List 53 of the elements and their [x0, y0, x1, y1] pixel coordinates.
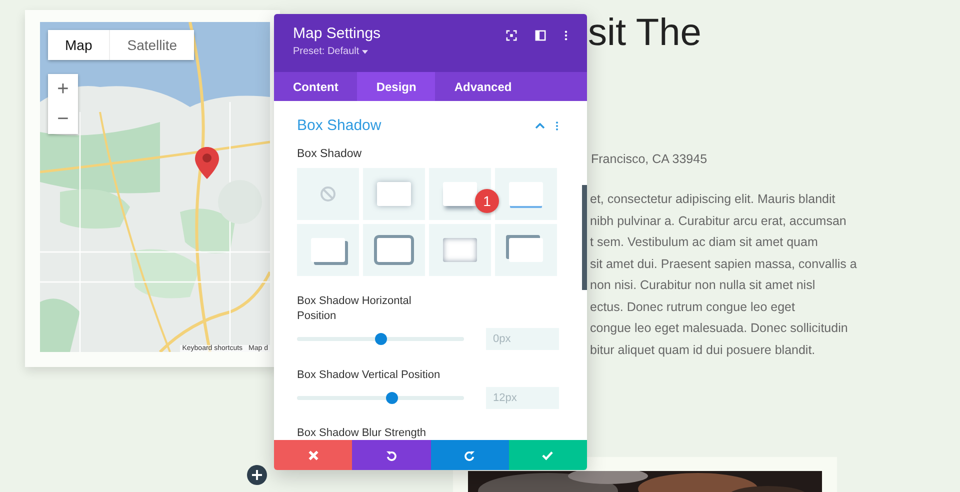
close-icon: [308, 450, 319, 460]
shadow-swatch-icon: [377, 238, 411, 262]
layout-icon[interactable]: [535, 30, 546, 40]
paragraph-line: ectus. Donec rutrum congue leo eget: [589, 298, 796, 316]
paragraph-line: t sem. Vestibulum ac diam sit amet quam: [589, 234, 819, 251]
check-icon: [542, 450, 554, 460]
field-label: Box Shadow Vertical Position: [297, 368, 442, 383]
shadow-preset-option[interactable]: [429, 168, 491, 220]
shadow-preset-option[interactable]: [363, 224, 425, 276]
preset-dropdown[interactable]: Preset: Default: [293, 46, 381, 57]
focus-icon[interactable]: [506, 30, 517, 40]
slider-thumb[interactable]: [374, 333, 386, 345]
shadow-swatch-icon: [443, 238, 477, 262]
settings-tab[interactable]: Content: [274, 72, 358, 101]
no-entry-icon: [320, 186, 336, 202]
shadow-swatch-icon: [443, 182, 477, 206]
panel-title: Map Settings: [293, 25, 381, 42]
slider-thumb[interactable]: [386, 392, 398, 404]
paragraph-line: et, consectetur adipiscing elit. Mauris blandit: [589, 191, 836, 208]
shadow-preset-option[interactable]: [297, 224, 359, 276]
settings-tab[interactable]: Design: [357, 72, 436, 101]
map-pin-icon: [195, 147, 219, 179]
shadow-preset-option[interactable]: [495, 168, 557, 220]
shadow-swatch-icon: [509, 238, 543, 262]
map-type-tab[interactable]: Map: [48, 30, 110, 60]
shadow-preset-option[interactable]: [495, 224, 557, 276]
cancel-button[interactable]: [274, 440, 352, 470]
page-heading: sit The: [587, 11, 702, 56]
address-text: Francisco, CA 33945: [591, 152, 708, 166]
paragraph-line: bitur aliquet quam id dui posuere blandit.: [589, 342, 816, 359]
caret-icon: [362, 50, 368, 54]
field-label: Box Shadow Blur Strength: [297, 427, 428, 439]
field-label: Box Shadow Horizontal Position: [297, 294, 412, 324]
paragraph-line: congue leo eget malesuada. Donec sollicitudin: [589, 320, 849, 337]
paragraph-line: nibh pulvinar a. Curabitur arcu erat, accumsan: [589, 212, 848, 230]
redo-icon: [464, 450, 476, 460]
map-type-tab[interactable]: Satellite: [109, 30, 194, 60]
settings-tab[interactable]: Advanced: [435, 72, 531, 101]
shadow-swatch-icon: [509, 182, 543, 206]
chevron-icon[interactable]: [535, 122, 545, 128]
zoom-button[interactable]: −: [48, 104, 78, 134]
add-icon[interactable]: [247, 465, 267, 485]
section-title[interactable]: Box Shadow: [297, 117, 535, 134]
zoom-button[interactable]: +: [48, 74, 78, 104]
undo-button[interactable]: [352, 440, 430, 470]
paragraph-line: sit amet dui. Praesent sapien massa, convallis a: [589, 256, 858, 273]
more-icon[interactable]: [564, 30, 568, 40]
paragraph-line: non nisi. Curabitur non nulla sit amet nisl: [589, 277, 816, 294]
scrollbar-thumb[interactable]: [582, 185, 587, 290]
undo-icon: [386, 450, 397, 460]
shadow-swatch-icon: [311, 238, 345, 262]
field-label: Box Shadow: [297, 148, 363, 160]
shadow-swatch-icon: [377, 182, 411, 206]
